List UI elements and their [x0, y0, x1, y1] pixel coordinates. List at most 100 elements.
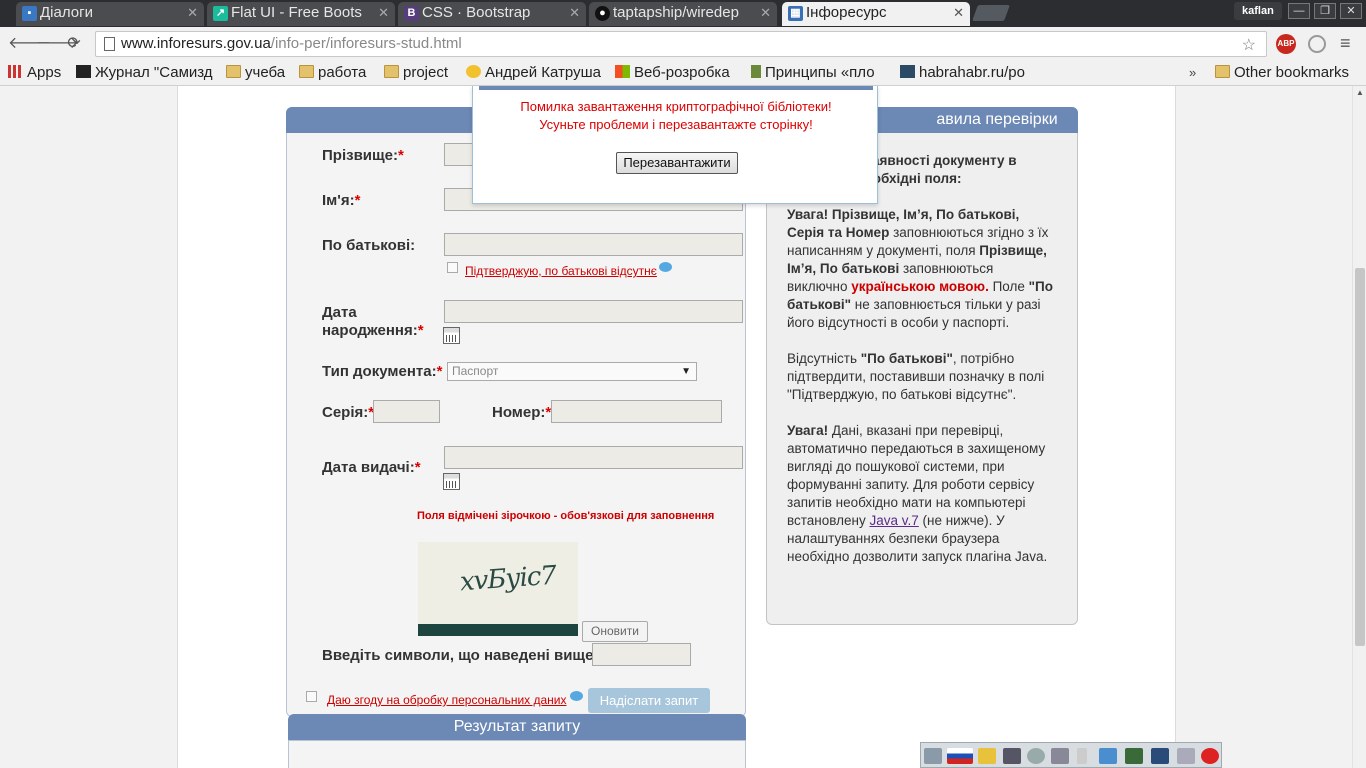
calendar-icon[interactable] — [443, 473, 460, 490]
doctype-label: Тип документа:* — [322, 363, 443, 380]
power-icon[interactable] — [1051, 748, 1069, 764]
bookmark-samizdat[interactable]: Журнал "Самизд — [76, 64, 214, 81]
tab-flat-ui[interactable]: ↗ Flat UI - Free Boots ✕ — [207, 2, 395, 26]
volume-icon[interactable] — [1177, 748, 1195, 764]
apps-grid-icon — [8, 65, 23, 78]
journal-icon — [76, 65, 91, 78]
other-bookmarks[interactable]: Other bookmarks — [1215, 64, 1361, 81]
russian-flag-icon[interactable] — [947, 748, 973, 764]
surname-label: Прізвище:* — [322, 147, 404, 164]
disk-icon[interactable] — [1027, 748, 1045, 764]
issue-date-label: Дата видачі:* — [322, 459, 421, 476]
result-panel-body — [288, 740, 746, 768]
back-icon[interactable]: 🡐 — [8, 35, 51, 53]
address-bar[interactable]: www.inforesurs.gov.ua/info-per/inforesur… — [95, 31, 1267, 57]
consent-link[interactable]: Даю згоду на обробку персональних даних — [327, 693, 567, 707]
clipboard-icon[interactable] — [1077, 748, 1087, 764]
folder-icon — [299, 65, 314, 78]
vertical-scrollbar[interactable]: ▲ — [1352, 86, 1366, 768]
submit-request-button[interactable]: Надіслати запит — [588, 688, 710, 713]
bookmark-web-dev[interactable]: Веб-розробка — [615, 64, 739, 81]
no-patronymic-checkbox[interactable] — [447, 262, 458, 273]
tab-label: CSS · Bootstrap — [422, 4, 531, 21]
profile-button[interactable]: kaflan — [1234, 2, 1282, 20]
number-label: Номер:* — [492, 404, 552, 421]
restore-icon[interactable]: ❐ — [1314, 3, 1336, 19]
reload-icon[interactable]: ⟳ — [65, 35, 83, 53]
folder-icon — [1215, 65, 1230, 78]
chevron-right-icon[interactable]: » — [1189, 65, 1196, 80]
notes-icon[interactable] — [978, 748, 996, 764]
captcha-input[interactable] — [592, 643, 691, 666]
help-bubble-icon[interactable] — [659, 262, 672, 272]
dialog-top-bar — [479, 86, 873, 90]
bookmark-project[interactable]: project — [384, 64, 458, 81]
java-link[interactable]: Java v.7 — [869, 513, 918, 528]
required-note: Поля відмічені зірочкою - обов'язкові дл… — [417, 510, 715, 522]
close-icon[interactable]: ✕ — [187, 2, 198, 24]
captcha-label: Введіть символи, що наведені вище — [322, 647, 594, 664]
issue-date-input[interactable] — [444, 446, 743, 469]
scroll-up-icon[interactable]: ▲ — [1356, 88, 1364, 97]
doctype-select[interactable]: Паспорт ▼ — [447, 362, 697, 381]
chat-icon: ▪ — [22, 6, 37, 21]
scrollbar-thumb[interactable] — [1355, 268, 1365, 646]
tab-inforesurs[interactable]: ▦ Інфоресурс ✕ — [782, 2, 970, 26]
url-text: www.inforesurs.gov.ua/info-per/inforesur… — [121, 35, 462, 52]
close-icon[interactable]: ✕ — [378, 2, 389, 24]
network-icon[interactable] — [1151, 748, 1169, 764]
series-label: Серія:* — [322, 404, 375, 421]
cursor-icon[interactable] — [1099, 748, 1117, 764]
reload-page-button[interactable]: Перезавантажити — [616, 152, 738, 174]
bookmark-ucheba[interactable]: учеба — [226, 64, 288, 81]
no-patronymic-link[interactable]: Підтверджую, по батькові відсутнє — [465, 264, 657, 278]
tab-dialogs[interactable]: ▪ Діалоги ✕ — [16, 2, 204, 26]
monitor-icon[interactable] — [924, 748, 942, 764]
consent-checkbox[interactable] — [306, 691, 317, 702]
bookmark-habr[interactable]: habrahabr.ru/po — [900, 64, 1038, 81]
forward-icon[interactable]: 🡒 — [36, 35, 79, 53]
tab-label: Інфоресурс — [806, 4, 887, 21]
folder-icon — [384, 65, 399, 78]
error-dialog: Помилка завантаження криптографічної біб… — [472, 86, 878, 204]
bootstrap-icon: B — [404, 6, 419, 21]
extension-icon[interactable] — [1308, 35, 1326, 53]
series-input[interactable] — [373, 400, 440, 423]
close-icon[interactable]: ✕ — [953, 2, 964, 24]
tab-label: taptapship/wiredep — [613, 4, 739, 21]
stop-icon[interactable] — [1201, 748, 1219, 764]
menu-icon[interactable]: ≡ — [1340, 33, 1351, 54]
close-icon[interactable]: ✕ — [569, 2, 580, 24]
github-icon: ● — [595, 6, 610, 21]
close-window-icon[interactable]: ✕ — [1340, 3, 1362, 19]
bookmark-apps[interactable]: Apps — [8, 64, 66, 81]
calendar-icon[interactable] — [443, 327, 460, 344]
captcha-image: xvБуiс7 — [418, 542, 578, 636]
document-icon — [751, 65, 761, 78]
refresh-captcha-button[interactable]: Оновити — [582, 621, 648, 642]
bookmark-star-icon[interactable]: ☆ — [1242, 35, 1256, 55]
keyboard-icon[interactable] — [1003, 748, 1021, 764]
patronymic-input[interactable] — [444, 233, 743, 256]
captcha-bar — [418, 624, 578, 636]
screenshot-icon[interactable] — [1125, 748, 1143, 764]
habr-icon — [900, 65, 915, 78]
captcha-text: xvБуiс7 — [459, 560, 557, 598]
adblock-icon[interactable]: ABP — [1276, 34, 1296, 54]
microsoft-icon — [615, 65, 630, 78]
birth-date-input[interactable] — [444, 300, 743, 323]
bookmark-rabota[interactable]: работа — [299, 64, 373, 81]
minimize-icon[interactable]: — — [1288, 3, 1310, 19]
new-tab-button[interactable] — [972, 5, 1010, 21]
bookmark-katrusha[interactable]: Андрей Катруша — [466, 64, 604, 81]
tab-bootstrap[interactable]: B CSS · Bootstrap ✕ — [398, 2, 586, 26]
close-icon[interactable]: ✕ — [760, 2, 771, 24]
inforesurs-icon: ▦ — [788, 6, 803, 21]
help-bubble-icon[interactable] — [570, 691, 583, 701]
tab-strip: ▪ Діалоги ✕ ↗ Flat UI - Free Boots ✕ B C… — [0, 0, 1366, 27]
flat-ui-icon: ↗ — [213, 6, 228, 21]
number-input[interactable] — [551, 400, 722, 423]
bookmark-principles[interactable]: Принципы «пло — [751, 64, 887, 81]
tab-github[interactable]: ● taptapship/wiredep ✕ — [589, 2, 777, 26]
system-tray — [920, 742, 1222, 768]
